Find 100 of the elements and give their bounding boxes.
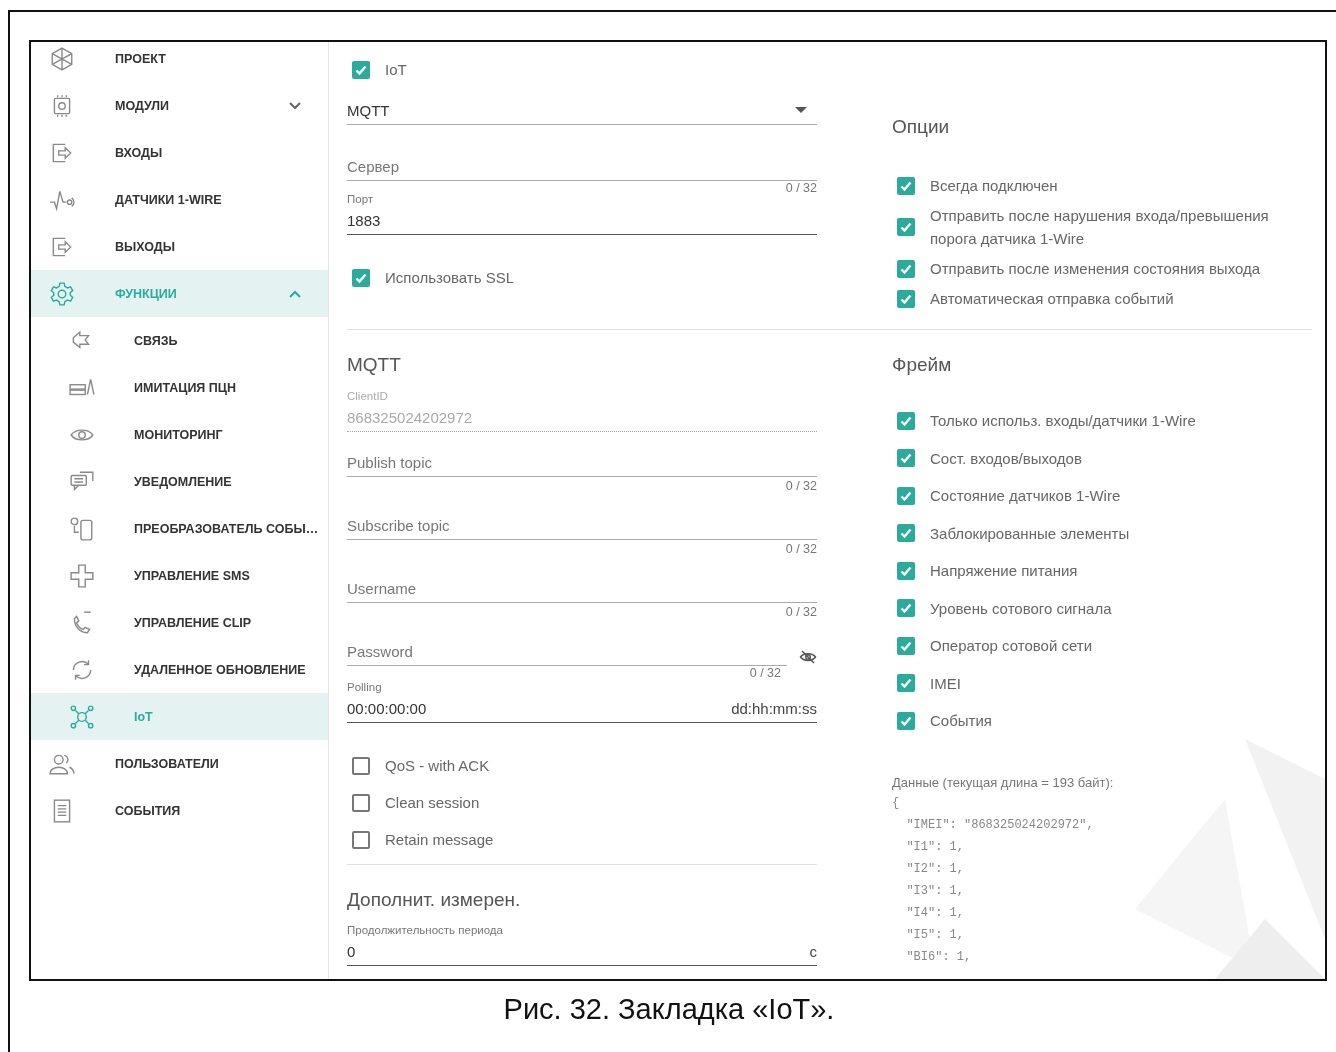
- checkbox[interactable]: [897, 674, 915, 692]
- code-line: "BI6": 1,: [905, 949, 973, 966]
- frame-checkbox[interactable]: Сост. входов/выходов: [892, 446, 1312, 470]
- frame-checkbox[interactable]: Состояние датчиков 1-Wire: [892, 484, 1312, 507]
- checkbox-label: Отправить после изменения состояния выхода: [930, 259, 1261, 279]
- sidebar-item[interactable]: УДАЛЕННОЕ ОБНОВЛЕНИЕ: [31, 646, 328, 693]
- sidebar-item[interactable]: СВЯЗЬ: [31, 317, 328, 364]
- ssl-checkbox[interactable]: Использовать SSL: [347, 266, 817, 289]
- polling-field[interactable]: 00:00:00:00 dd:hh:mm:ss: [347, 695, 817, 723]
- checkbox[interactable]: [897, 599, 915, 617]
- protocol-dropdown[interactable]: MQTT: [347, 95, 817, 125]
- checkbox-label: Clean session: [385, 793, 480, 813]
- checkbox[interactable]: [897, 486, 915, 505]
- checkbox-label: Уровень сотового сигнала: [930, 598, 1112, 619]
- code-line: "I1": 1,: [905, 839, 965, 856]
- checkbox-label: Сост. входов/выходов: [930, 448, 1082, 469]
- sidebar-item[interactable]: УПРАВЛЕНИЕ CLIP: [31, 599, 328, 646]
- sidebar-item[interactable]: УПРАВЛЕНИЕ SMS: [31, 552, 328, 599]
- option-checkbox[interactable]: Отправить после изменения состояния выхода: [892, 257, 1312, 280]
- code-line: "I2": 1,: [905, 861, 965, 878]
- checkbox-label: Только использ. входы/датчики 1-Wire: [930, 411, 1196, 431]
- checkbox[interactable]: [897, 636, 915, 655]
- checkbox[interactable]: [897, 176, 915, 195]
- sidebar-item[interactable]: МОНИТОРИНГ: [31, 411, 328, 458]
- sidebar-item[interactable]: ПОЛЬЗОВАТЕЛИ: [31, 740, 328, 787]
- sidebar-item[interactable]: ДАТЧИКИ 1-WIRE: [31, 176, 328, 223]
- text-field[interactable]: Subscribe topic: [347, 510, 817, 540]
- checkbox-label: События: [930, 711, 992, 731]
- option-checkbox[interactable]: Автоматическая отправка событий: [892, 287, 1312, 310]
- checkbox[interactable]: [352, 793, 370, 812]
- flag-checkbox[interactable]: QoS - with ACK: [347, 754, 817, 777]
- network-icon: [69, 703, 95, 730]
- hexagon-icon: [49, 45, 75, 72]
- checkbox[interactable]: [352, 60, 370, 79]
- checkbox-label: Автоматическая отправка событий: [930, 289, 1174, 309]
- sidebar-item[interactable]: УВЕДОМЛЕНИЕ: [31, 458, 328, 505]
- frame-checkbox[interactable]: IMEI: [892, 671, 1312, 695]
- frame-checkbox[interactable]: Напряжение питания: [892, 559, 1312, 582]
- server-field[interactable]: Сервер: [347, 151, 817, 181]
- checkbox[interactable]: [897, 561, 915, 580]
- data-length-label: Данные (текущая длина = 193 байт):: [892, 775, 1115, 790]
- sidebar-item[interactable]: ИМИТАЦИЯ ПЦН: [31, 364, 328, 411]
- character-counter: 0 / 32: [785, 181, 817, 197]
- hidden-eye-icon[interactable]: [799, 648, 817, 666]
- checkbox-label: Отправить после нарушения входа/превышения порога датчика 1-Wire: [930, 206, 1270, 249]
- checkbox[interactable]: [897, 449, 915, 467]
- checkbox[interactable]: [897, 218, 915, 236]
- checkbox[interactable]: [897, 259, 915, 278]
- port-field[interactable]: 1883: [347, 205, 817, 235]
- frame-checkbox[interactable]: События: [892, 709, 1312, 732]
- port-label: Порт: [347, 192, 374, 207]
- character-counter: 0 / 32: [784, 479, 817, 495]
- sidebar-item[interactable]: ПРЕОБРАЗОВАТЕЛЬ СОБЫ…: [31, 505, 328, 552]
- flag-checkbox[interactable]: Retain message: [347, 828, 817, 851]
- checkbox[interactable]: [897, 524, 915, 542]
- iot-checkbox[interactable]: IoT: [347, 58, 817, 81]
- option-checkbox[interactable]: Отправить после нарушения входа/превышения порога датчика 1-Wire: [892, 204, 1312, 250]
- sidebar-item[interactable]: ВХОДЫ: [31, 129, 328, 176]
- checkbox[interactable]: [897, 711, 915, 730]
- period-label: Продолжительность периода: [347, 923, 504, 938]
- checkbox-label: QoS - with ACK: [385, 756, 490, 776]
- code-line: "I3": 1,: [905, 883, 965, 900]
- checkbox-label: Retain message: [385, 830, 494, 850]
- checkbox-label: Всегда подключен: [930, 176, 1058, 196]
- checkbox[interactable]: [352, 830, 370, 849]
- checkbox-label: Оператор сотовой сети: [930, 636, 1093, 656]
- text-field[interactable]: Publish topic: [347, 447, 817, 477]
- sidebar-item[interactable]: ВЫХОДЫ: [31, 223, 328, 270]
- text-field[interactable]: Username: [347, 573, 817, 603]
- checkbox[interactable]: [352, 756, 370, 775]
- option-checkbox[interactable]: Всегда подключен: [892, 174, 1312, 197]
- character-counter: 0 / 32: [784, 605, 817, 621]
- checkbox[interactable]: [897, 411, 915, 430]
- flag-checkbox[interactable]: Clean session: [347, 791, 817, 814]
- sidebar-item[interactable]: ПРОЕКТ: [31, 42, 328, 82]
- checkbox-label: Заблокированные элементы: [930, 523, 1130, 544]
- code-line: "I5": 1,: [905, 927, 965, 944]
- figure-caption: Рис. 32. Закладка «IoT».: [502, 993, 836, 1026]
- character-counter: 0 / 32: [748, 666, 782, 682]
- period-field[interactable]: 0 с: [347, 938, 817, 966]
- frame-checkbox[interactable]: Оператор сотовой сети: [892, 634, 1312, 657]
- password-field[interactable]: Password: [347, 636, 787, 666]
- sidebar-item[interactable]: СОБЫТИЯ: [31, 787, 328, 834]
- section-title: Опции: [892, 116, 951, 138]
- frame-checkbox[interactable]: Уровень сотового сигнала: [892, 596, 1312, 620]
- code-line: {: [892, 795, 901, 812]
- checkbox-label: Состояние датчиков 1-Wire: [930, 486, 1121, 506]
- frame-checkbox[interactable]: Только использ. входы/датчики 1-Wire: [892, 409, 1312, 432]
- phone-icon: [69, 515, 95, 542]
- checkbox-label: IoT: [385, 60, 407, 80]
- sidebar-item[interactable]: МОДУЛИ: [31, 82, 328, 129]
- client-id-field: 868325024202972: [347, 404, 817, 432]
- polling-label: Polling: [347, 680, 383, 695]
- checkbox-label: Напряжение питания: [930, 561, 1078, 581]
- code-line: "I4": 1,: [905, 905, 965, 922]
- checkbox-label: Использовать SSL: [385, 268, 515, 288]
- frame-checkbox[interactable]: Заблокированные элементы: [892, 521, 1312, 545]
- checkbox[interactable]: [352, 268, 370, 287]
- code-line: "IMEI": "868325024202972",: [905, 817, 1095, 834]
- checkbox[interactable]: [897, 289, 915, 308]
